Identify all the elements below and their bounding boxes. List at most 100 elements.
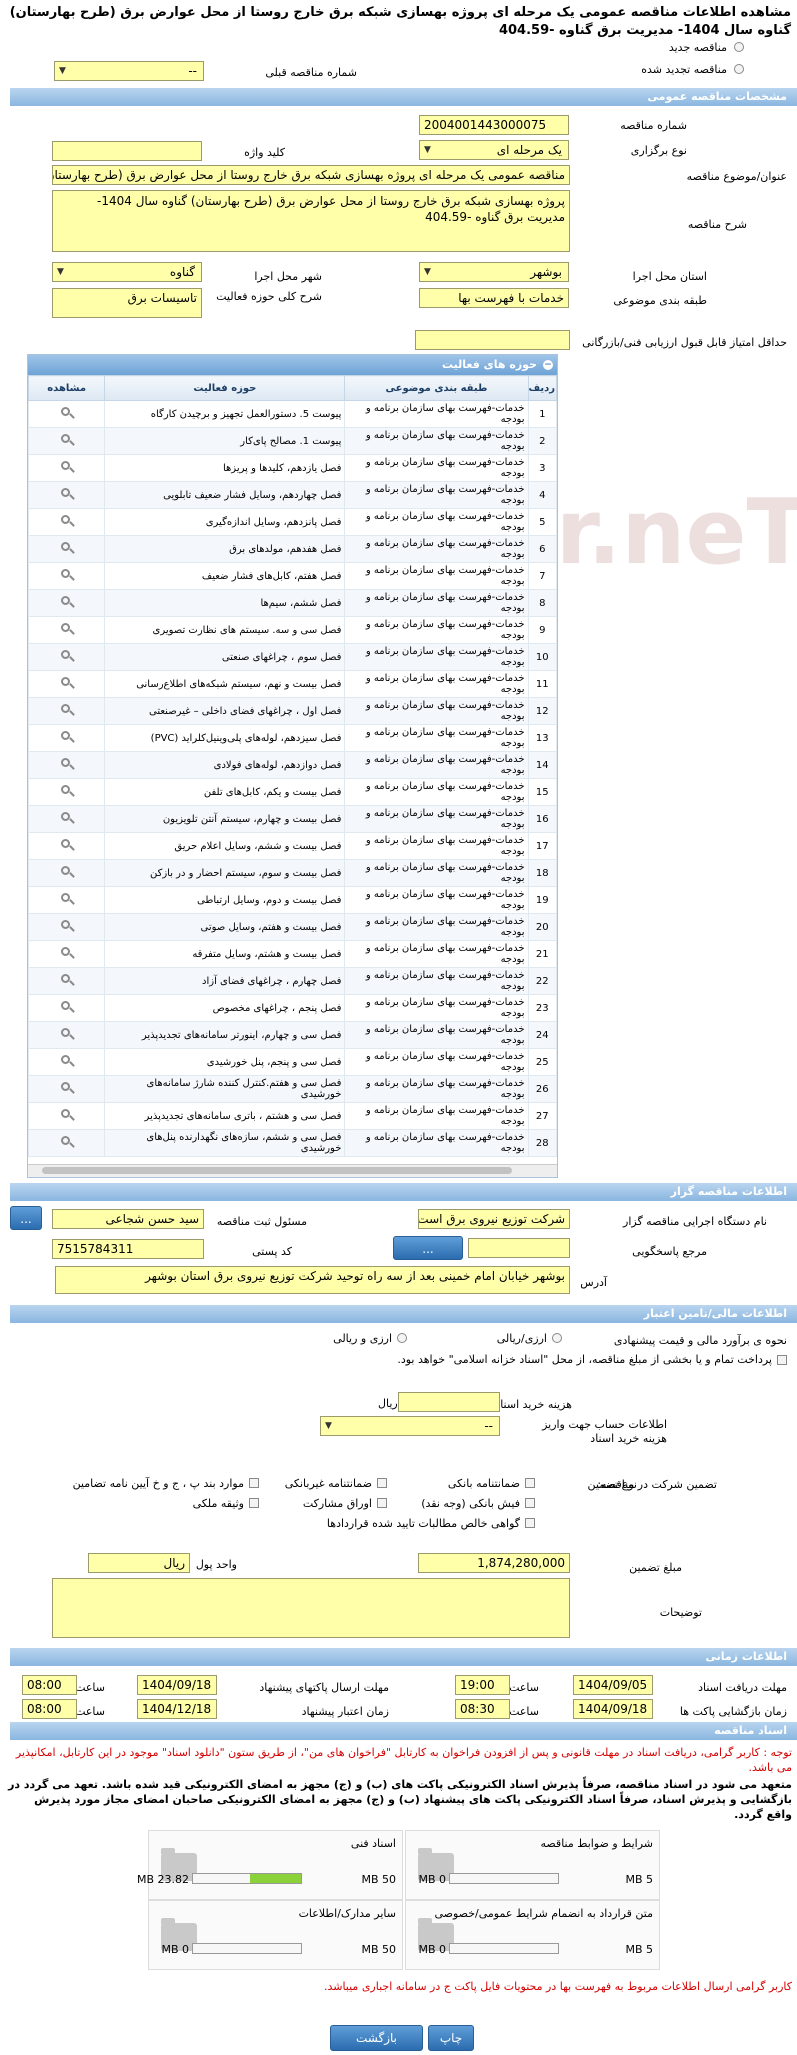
send-time-field[interactable]: 08:00 bbox=[22, 1675, 77, 1695]
magnifier-icon[interactable] bbox=[59, 973, 75, 987]
nonbank-guarantee-checkbox[interactable] bbox=[377, 1478, 387, 1488]
row-view[interactable] bbox=[28, 454, 106, 482]
scrollbar-thumb[interactable] bbox=[42, 1167, 512, 1174]
row-view[interactable] bbox=[28, 1048, 106, 1076]
reference-lookup-button[interactable]: ... bbox=[393, 1236, 463, 1260]
min-score-field[interactable] bbox=[415, 330, 570, 350]
row-view[interactable] bbox=[28, 1075, 106, 1103]
row-view[interactable] bbox=[28, 616, 106, 644]
device-field[interactable]: شرکت توزیع نیروی برق است bbox=[418, 1209, 570, 1229]
magnifier-icon[interactable] bbox=[59, 946, 75, 960]
property-checkbox[interactable] bbox=[249, 1498, 259, 1508]
notes-field[interactable] bbox=[52, 1578, 570, 1638]
prev-number-select[interactable]: -- ▼ bbox=[54, 61, 204, 81]
tender-number-field[interactable]: 2004001443000075 bbox=[419, 115, 569, 135]
description-field[interactable]: پروژه بهسازی شبکه برق خارج روستا از محل … bbox=[52, 190, 570, 252]
row-view[interactable] bbox=[28, 967, 106, 995]
valid-time-field[interactable]: 08:00 bbox=[22, 1699, 77, 1719]
radio-rial-currency[interactable] bbox=[552, 1333, 562, 1343]
doc-box-conditions[interactable]: شرایط و ضوابط مناقصه 5 MB 0 MB bbox=[405, 1830, 660, 1900]
keyword-field[interactable] bbox=[52, 141, 202, 161]
row-view[interactable] bbox=[28, 805, 106, 833]
magnifier-icon[interactable] bbox=[59, 1054, 75, 1068]
cheque-checkbox[interactable] bbox=[525, 1498, 535, 1508]
account-select[interactable]: -- ▼ bbox=[320, 1416, 500, 1436]
reference-field[interactable] bbox=[468, 1238, 570, 1258]
magnifier-icon[interactable] bbox=[59, 757, 75, 771]
magnifier-icon[interactable] bbox=[59, 1108, 75, 1122]
row-view[interactable] bbox=[28, 508, 106, 536]
open-date-field[interactable]: 1404/09/18 bbox=[573, 1699, 653, 1719]
islamic-bonds-checkbox[interactable] bbox=[777, 1355, 787, 1365]
items-checkbox[interactable] bbox=[249, 1478, 259, 1488]
magnifier-icon[interactable] bbox=[59, 1027, 75, 1041]
receive-time-field[interactable]: 19:00 bbox=[455, 1675, 510, 1695]
province-select[interactable]: بوشهر ▼ bbox=[419, 262, 569, 282]
row-view[interactable] bbox=[28, 913, 106, 941]
magnifier-icon[interactable] bbox=[59, 568, 75, 582]
row-view[interactable] bbox=[28, 535, 106, 563]
city-select[interactable]: گناوه ▼ bbox=[52, 262, 202, 282]
responsible-lookup-button[interactable]: ... bbox=[10, 1206, 42, 1230]
currency-field[interactable]: ریال bbox=[88, 1553, 190, 1573]
magnifier-icon[interactable] bbox=[59, 1000, 75, 1014]
fee-field[interactable] bbox=[398, 1392, 500, 1412]
row-view[interactable] bbox=[28, 751, 106, 779]
magnifier-icon[interactable] bbox=[59, 892, 75, 906]
magnifier-icon[interactable] bbox=[59, 487, 75, 501]
row-view[interactable] bbox=[28, 670, 106, 698]
row-view[interactable] bbox=[28, 589, 106, 617]
collapse-icon[interactable]: − bbox=[543, 360, 553, 370]
responsible-field[interactable]: سید حسن شجاعی bbox=[52, 1209, 204, 1229]
magnifier-icon[interactable] bbox=[59, 784, 75, 798]
row-view[interactable] bbox=[28, 994, 106, 1022]
row-view[interactable] bbox=[28, 697, 106, 725]
row-view[interactable] bbox=[28, 427, 106, 455]
horizontal-scrollbar[interactable] bbox=[28, 1164, 557, 1177]
address-field[interactable]: بوشهر خیابان امام خمینی بعد از سه راه تو… bbox=[55, 1266, 570, 1294]
amount-field[interactable]: 1,874,280,000 bbox=[418, 1553, 570, 1573]
magnifier-icon[interactable] bbox=[59, 460, 75, 474]
activity-desc-field[interactable]: تاسیسات برق bbox=[52, 288, 202, 318]
magnifier-icon[interactable] bbox=[59, 703, 75, 717]
subject-field[interactable]: مناقصه عمومی یک مرحله ای پروژه بهسازی شب… bbox=[52, 165, 570, 185]
row-view[interactable] bbox=[28, 481, 106, 509]
magnifier-icon[interactable] bbox=[59, 541, 75, 555]
row-view[interactable] bbox=[28, 832, 106, 860]
row-view[interactable] bbox=[28, 562, 106, 590]
send-date-field[interactable]: 1404/09/18 bbox=[137, 1675, 217, 1695]
doc-box-technical[interactable]: اسناد فنی 50 MB 23.82 MB bbox=[137, 1830, 403, 1900]
magnifier-icon[interactable] bbox=[59, 622, 75, 636]
radio-currency-and-rial[interactable] bbox=[397, 1333, 407, 1343]
tender-type-select[interactable]: یک مرحله ای ▼ bbox=[419, 140, 569, 160]
magnifier-icon[interactable] bbox=[59, 433, 75, 447]
magnifier-icon[interactable] bbox=[59, 514, 75, 528]
print-button[interactable]: چاپ bbox=[428, 2025, 474, 2051]
category-field[interactable]: خدمات با فهرست بها bbox=[419, 288, 569, 308]
claims-checkbox[interactable] bbox=[525, 1518, 535, 1528]
doc-box-contract[interactable]: متن قرارداد به انضمام شرایط عمومی/خصوصی … bbox=[405, 1900, 660, 1970]
receive-date-field[interactable]: 1404/09/05 bbox=[573, 1675, 653, 1695]
postal-field[interactable]: 7515784311 bbox=[52, 1239, 204, 1259]
row-view[interactable] bbox=[28, 400, 106, 428]
radio-renewed-tender[interactable] bbox=[734, 64, 744, 74]
valid-date-field[interactable]: 1404/12/18 bbox=[137, 1699, 217, 1719]
magnifier-icon[interactable] bbox=[59, 811, 75, 825]
magnifier-icon[interactable] bbox=[59, 676, 75, 690]
radio-new-tender[interactable] bbox=[734, 42, 744, 52]
magnifier-icon[interactable] bbox=[59, 595, 75, 609]
magnifier-icon[interactable] bbox=[59, 919, 75, 933]
magnifier-icon[interactable] bbox=[59, 838, 75, 852]
magnifier-icon[interactable] bbox=[59, 730, 75, 744]
bonds-checkbox[interactable] bbox=[377, 1498, 387, 1508]
row-view[interactable] bbox=[28, 1102, 106, 1130]
magnifier-icon[interactable] bbox=[59, 406, 75, 420]
row-view[interactable] bbox=[28, 778, 106, 806]
magnifier-icon[interactable] bbox=[59, 865, 75, 879]
row-view[interactable] bbox=[28, 886, 106, 914]
row-view[interactable] bbox=[28, 724, 106, 752]
row-view[interactable] bbox=[28, 859, 106, 887]
magnifier-icon[interactable] bbox=[59, 1081, 75, 1095]
row-view[interactable] bbox=[28, 1129, 106, 1157]
magnifier-icon[interactable] bbox=[59, 649, 75, 663]
